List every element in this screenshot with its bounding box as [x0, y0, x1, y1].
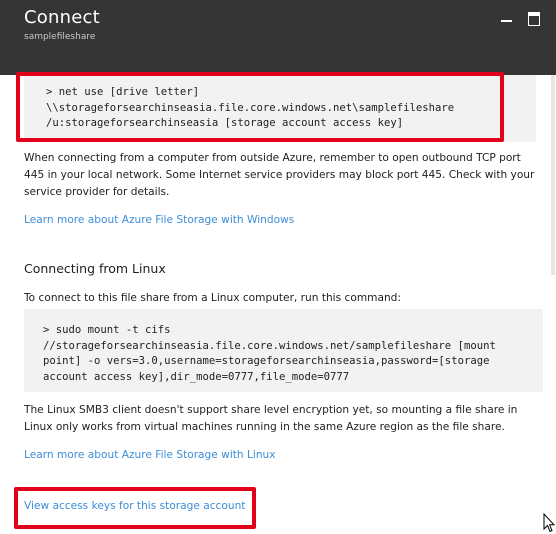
linux-connection-note: The Linux SMB3 client doesn't support sh… [24, 404, 518, 433]
blade-subtitle: samplefileshare [24, 32, 96, 42]
windows-learn-more-link[interactable]: Learn more about Azure File Storage with… [24, 214, 294, 226]
mouse-pointer-icon [543, 513, 555, 533]
linux-section-heading: Connecting from Linux [24, 261, 166, 276]
highlight-box-access-keys [14, 487, 256, 529]
blade-title: Connect [24, 7, 100, 28]
windows-connection-note: When connecting from a computer from out… [24, 152, 535, 198]
maximize-icon[interactable] [528, 10, 542, 26]
scrollbar-thumb[interactable] [551, 75, 555, 275]
minimize-icon[interactable] [500, 10, 514, 24]
blade-header: Connect samplefileshare [0, 0, 556, 75]
highlight-box-command [16, 72, 504, 142]
linux-command-block[interactable]: > sudo mount -t cifs //storageforsearchi… [24, 309, 543, 392]
linux-intro-text: To connect to this file share from a Lin… [24, 292, 401, 304]
linux-learn-more-link[interactable]: Learn more about Azure File Storage with… [24, 449, 276, 461]
